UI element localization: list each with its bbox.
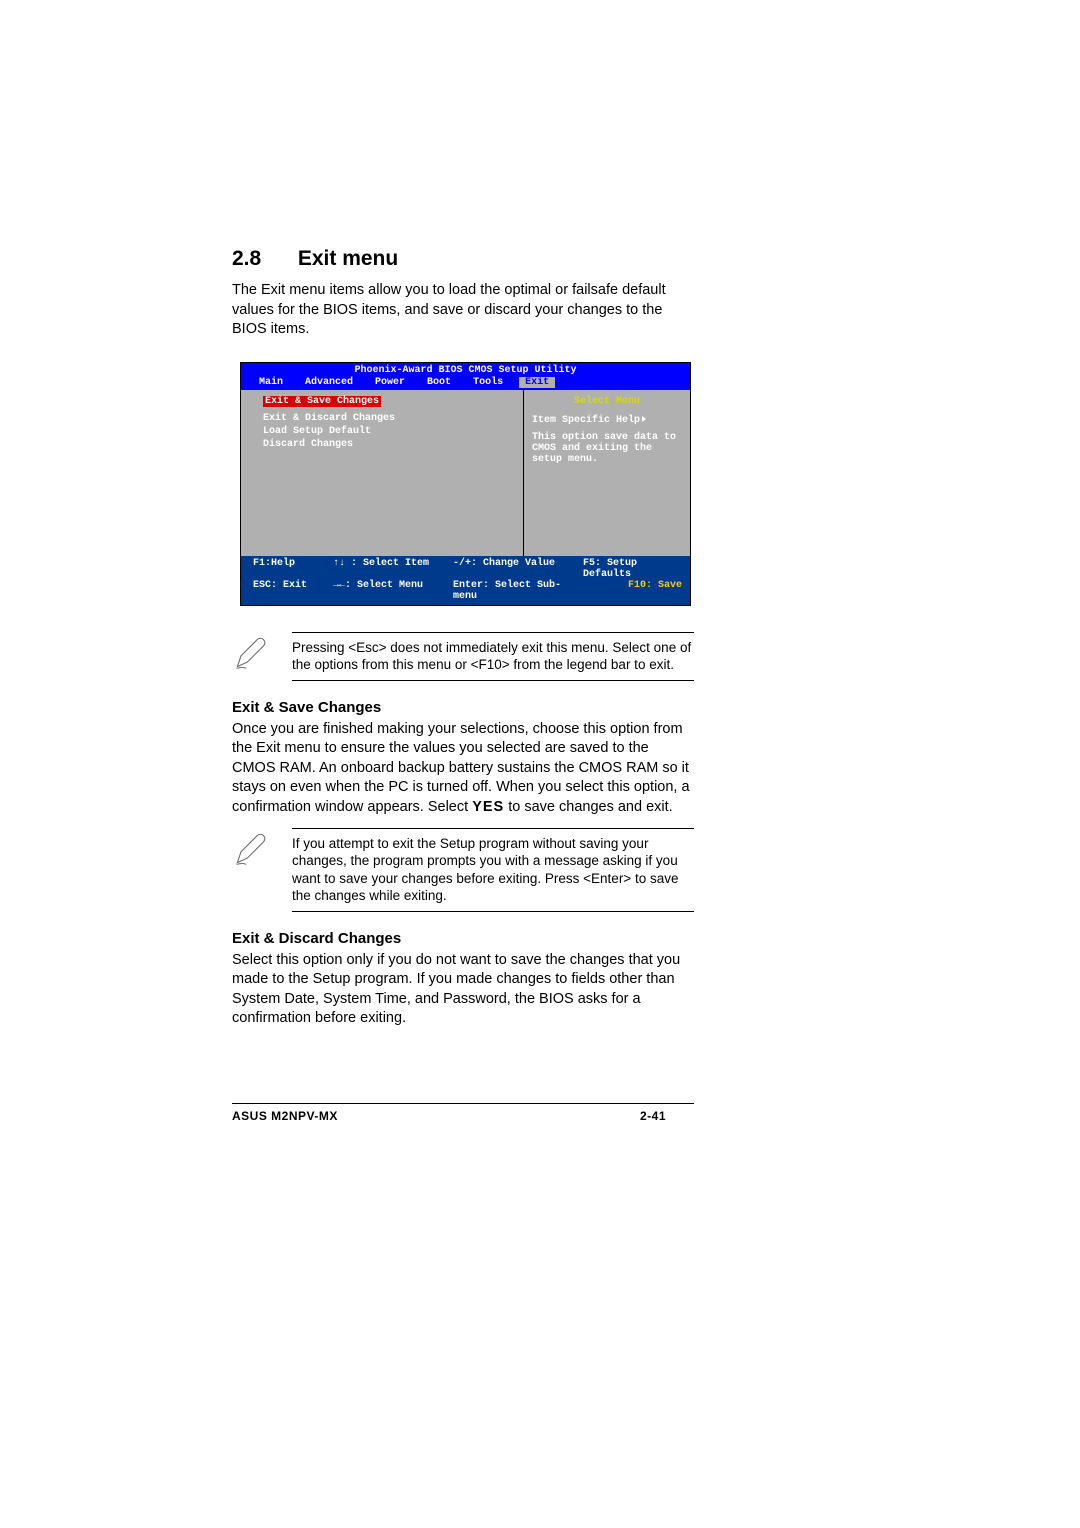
bios-help-subheader: Item Specific Help xyxy=(532,415,682,426)
subheading-exit-discard: Exit & Discard Changes xyxy=(232,930,694,947)
bios-tab-main[interactable]: Main xyxy=(253,377,289,388)
bios-left-pane: Exit & Save Changes Exit & Discard Chang… xyxy=(241,390,523,556)
bios-item-exit-discard[interactable]: Exit & Discard Changes xyxy=(263,413,513,424)
section-heading: 2.8 Exit menu xyxy=(232,247,694,271)
bios-tab-power[interactable]: Power xyxy=(369,377,411,388)
bios-item-exit-save[interactable]: Exit & Save Changes xyxy=(263,396,381,407)
note-block-2: If you attempt to exit the Setup program… xyxy=(232,828,694,912)
bios-tab-row: Main Advanced Power Boot Tools Exit xyxy=(241,376,690,390)
footer-page-number: 2-41 xyxy=(640,1109,666,1123)
bios-help-pane: Select Menu Item Specific Help This opti… xyxy=(523,390,690,556)
bios-tab-boot[interactable]: Boot xyxy=(421,377,457,388)
legend-f1: F1:Help xyxy=(253,558,333,580)
legend-updown: ↑↓ : Select Item xyxy=(333,558,453,580)
legend-enter: Enter: Select Sub-menu xyxy=(453,580,583,602)
footer-rule xyxy=(232,1103,694,1104)
bios-title-bar: Phoenix-Award BIOS CMOS Setup Utility xyxy=(241,363,690,376)
note-block-1: Pressing <Esc> does not immediately exit… xyxy=(232,632,694,681)
note-text-1: Pressing <Esc> does not immediately exit… xyxy=(292,632,694,681)
bios-help-text: This option save data to CMOS and exitin… xyxy=(532,432,682,465)
subheading-exit-save: Exit & Save Changes xyxy=(232,699,694,716)
bios-footer-legend: F1:Help ↑↓ : Select Item -/+: Change Val… xyxy=(241,556,690,605)
yes-label: YES xyxy=(472,799,504,815)
body-exit-save-part2: to save changes and exit. xyxy=(504,799,672,815)
bios-help-subheader-text: Item Specific Help xyxy=(532,415,640,426)
bios-tab-exit[interactable]: Exit xyxy=(519,377,555,388)
legend-f5: F5: Setup Defaults xyxy=(583,558,682,580)
note-pencil-icon xyxy=(232,828,276,912)
bios-item-load-default[interactable]: Load Setup Default xyxy=(263,426,513,437)
bios-tab-tools[interactable]: Tools xyxy=(467,377,509,388)
legend-change: -/+: Change Value xyxy=(453,558,583,580)
note-text-2: If you attempt to exit the Setup program… xyxy=(292,828,694,912)
bios-screenshot: Phoenix-Award BIOS CMOS Setup Utility Ma… xyxy=(240,362,691,606)
triangle-right-icon xyxy=(642,416,646,422)
section-title-text: Exit menu xyxy=(298,247,398,270)
legend-esc: ESC: Exit xyxy=(253,580,333,602)
section-number: 2.8 xyxy=(232,247,292,271)
bios-help-header: Select Menu xyxy=(532,396,682,407)
legend-leftright: →←: Select Menu xyxy=(333,580,453,602)
footer-model: ASUS M2NPV-MX xyxy=(232,1109,338,1123)
intro-paragraph: The Exit menu items allow you to load th… xyxy=(232,281,694,340)
bios-tab-advanced[interactable]: Advanced xyxy=(299,377,359,388)
legend-f10: F10: Save xyxy=(583,580,682,602)
note-pencil-icon xyxy=(232,632,276,681)
body-exit-save: Once you are finished making your select… xyxy=(232,720,694,818)
body-exit-discard: Select this option only if you do not wa… xyxy=(232,951,694,1029)
bios-item-discard[interactable]: Discard Changes xyxy=(263,439,513,450)
